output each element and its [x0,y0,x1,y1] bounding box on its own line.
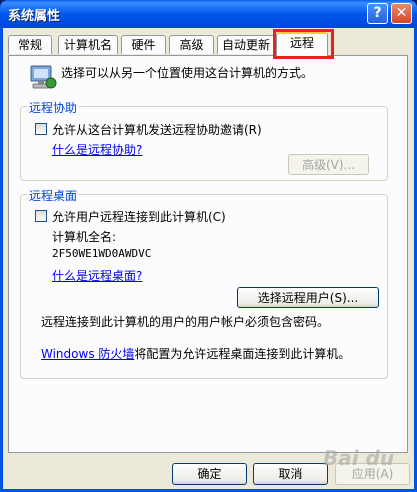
remote-assistance-help-link[interactable]: 什么是远程协助? [52,141,142,158]
remote-desktop-title: 远程桌面 [27,187,80,204]
remote-assistance-title: 远程协助 [27,99,80,116]
ok-button[interactable]: 确定 [172,463,247,485]
full-computer-name-label: 计算机全名: [52,230,117,244]
title-bar[interactable]: 系统属性 ? ✕ [0,0,417,28]
tab-general[interactable]: 常规 [8,35,52,54]
intro-text: 选择可以从另一个位置使用这台计算机的方式。 [61,66,314,80]
remote-desktop-label[interactable]: 允许用户远程连接到此计算机(C) [52,208,226,225]
tab-hardware[interactable]: 硬件 [121,35,166,54]
cancel-button[interactable]: 取消 [253,463,328,485]
system-properties-window: 系统属性 ? ✕ 常规 计算机名 硬件 高级 自动更新 远程 选择可以从另一个位… [0,0,417,492]
close-button[interactable]: ✕ [391,3,412,24]
remote-assistance-group: 远程协助 允许从这台计算机发送远程协助邀请(R) 什么是远程协助? 高级(V).… [20,99,388,181]
highlight-box [273,29,334,59]
remote-assistance-label[interactable]: 允许从这台计算机发送远程协助邀请(R) [52,121,262,138]
tab-advanced[interactable]: 高级 [169,35,214,54]
password-note: 远程连接到此计算机的用户的用户帐户必须包含密码。 [41,315,330,329]
remote-assistance-checkbox[interactable] [35,123,47,135]
advanced-button[interactable]: 高级(V)... [288,154,369,175]
help-button[interactable]: ? [367,3,388,24]
tab-computer-name[interactable]: 计算机名 [58,35,118,54]
full-computer-name-value: 2F50WE1WD0AWDVC [52,247,152,260]
remote-desktop-help-link[interactable]: 什么是远程桌面? [52,267,142,284]
remote-desktop-checkbox[interactable] [35,210,47,222]
computer-icon [30,65,57,89]
tab-automatic-updates[interactable]: 自动更新 [217,35,275,54]
remote-tab-panel: 选择可以从另一个位置使用这台计算机的方式。 远程协助 允许从这台计算机发送远程协… [8,55,408,453]
firewall-text: 将配置为允许远程桌面连接到此计算机。 [134,347,351,361]
remote-desktop-group: 远程桌面 允许用户远程连接到此计算机(C) 计算机全名: 2F50WE1WD0A… [20,187,388,379]
firewall-note: Windows 防火墙将配置为允许远程桌面连接到此计算机。 [41,345,350,362]
window-title: 系统属性 [8,9,61,24]
watermark-logo: Bai du [323,446,395,470]
select-remote-users-button[interactable]: 选择远程用户(S)... [237,287,379,308]
windows-firewall-link[interactable]: Windows 防火墙 [41,347,134,361]
